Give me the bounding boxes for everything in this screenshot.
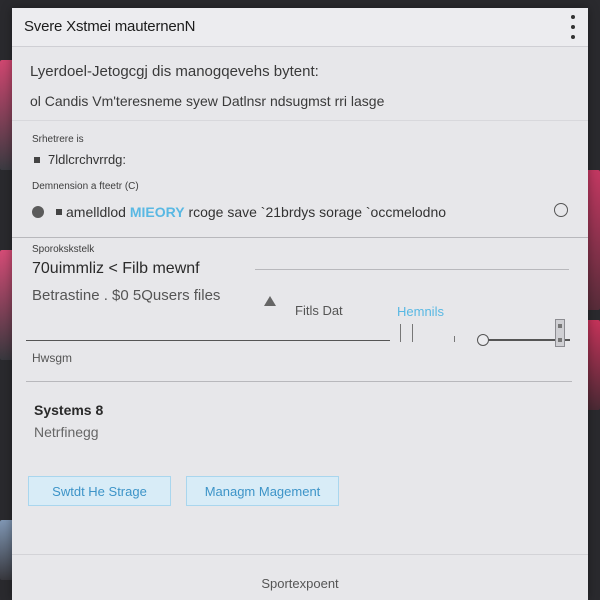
window-title: Svere Xstmei mauternenN xyxy=(24,18,196,35)
start-storage-button[interactable]: Swtdt He Strage xyxy=(28,476,171,506)
section1-label: Srhetrere is xyxy=(32,134,84,145)
quantity-stepper[interactable] xyxy=(555,319,565,347)
section3-label: Sporokskstelk xyxy=(32,244,95,255)
section3-footer-label: Hwsgm xyxy=(32,351,73,365)
management-button[interactable]: Managm Magement xyxy=(186,476,339,506)
slider-tick xyxy=(400,324,401,342)
section1-item: 7ldlcrchvrrdg: xyxy=(48,152,127,167)
radio-button[interactable] xyxy=(554,203,568,217)
section-divider xyxy=(12,237,588,238)
section-divider xyxy=(26,381,572,382)
filter-label: Fitls Dat xyxy=(295,303,343,318)
footer-text: Sportexpoent xyxy=(261,576,339,591)
slider-tick xyxy=(454,336,455,342)
slider-tick xyxy=(412,324,413,342)
storage-accent-label: MIEORY xyxy=(129,204,185,220)
record-dot-icon xyxy=(32,206,44,218)
slider-thumb[interactable] xyxy=(477,334,489,346)
section3-big-line: 70uimmliz < Filb mewnf xyxy=(32,260,200,277)
bottom-divider xyxy=(12,554,588,555)
warning-icon xyxy=(264,296,276,306)
kebab-menu-icon[interactable] xyxy=(566,15,580,39)
slider-track[interactable] xyxy=(26,340,390,341)
storage-prefix: amelldlod xyxy=(66,204,126,220)
section3-med-line: Betrastine . $0 5Qusers files xyxy=(32,287,221,304)
section2-label: Demnension a fteetr (C) xyxy=(32,181,139,192)
storage-suffix: rcoge save `21brdys sorage `occmelodno xyxy=(188,204,447,220)
header-rule xyxy=(255,269,569,270)
square-bullet-icon xyxy=(34,157,40,163)
description-line-1: Lyerdoel-Jetogcgj dis manogqevehs bytent… xyxy=(30,63,319,80)
main-window: Svere Xstmei mauternenN Lyerdoel-Jetogcg… xyxy=(12,8,588,600)
description-line-2: ol Candis Vm'teresneme syew Datlnsr ndsu… xyxy=(30,93,385,109)
storage-options-row[interactable]: amelldlod MIEORY rcoge save `21brdys sor… xyxy=(54,204,446,220)
systems-subtext: Netrfinegg xyxy=(34,424,99,440)
blue-label: Hemnils xyxy=(397,304,444,319)
description-divider xyxy=(12,120,588,121)
title-bar: Svere Xstmei mauternenN xyxy=(12,8,588,47)
systems-heading: Systems 8 xyxy=(34,402,104,418)
